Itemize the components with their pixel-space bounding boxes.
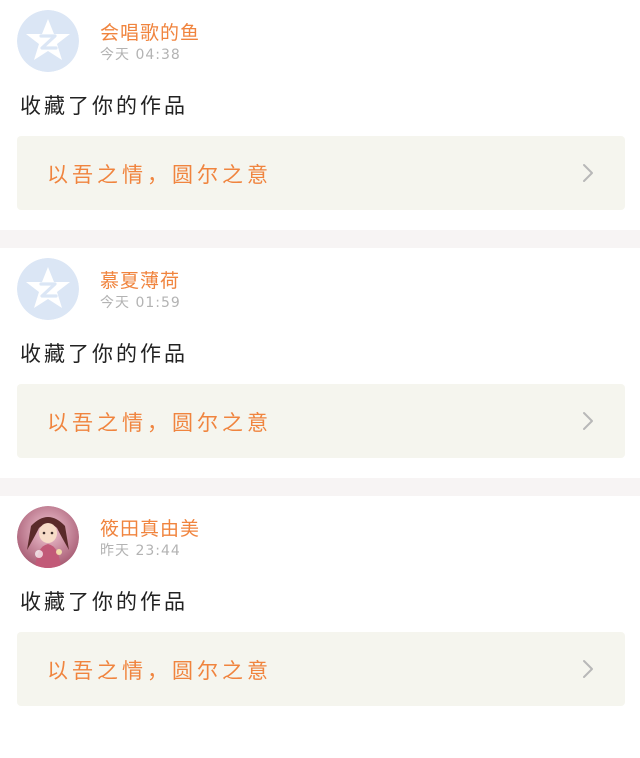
work-title: 以吾之情，圆尔之意 [47, 659, 272, 683]
work-link[interactable]: 以吾之情，圆尔之意 [17, 384, 625, 458]
user-name[interactable]: 慕夏薄荷 [100, 266, 180, 293]
chevron-right-icon [583, 164, 593, 182]
timestamp: 昨天 23:44 [100, 543, 181, 559]
avatar[interactable] [17, 506, 79, 568]
notification-feed: 会唱歌的鱼 今天 04:38 收藏了你的作品 以吾之情，圆尔之意 慕夏薄荷 今天… [0, 0, 640, 726]
timestamp: 今天 04:38 [100, 47, 181, 63]
action-text: 收藏了你的作品 [20, 342, 188, 366]
work-link[interactable]: 以吾之情，圆尔之意 [17, 632, 625, 706]
item-separator [0, 230, 640, 248]
work-title: 以吾之情，圆尔之意 [47, 411, 272, 435]
chevron-right-icon [583, 412, 593, 430]
user-name[interactable]: 会唱歌的鱼 [100, 18, 200, 45]
qzone-default-avatar-icon [17, 10, 79, 72]
user-name[interactable]: 筱田真由美 [100, 514, 200, 541]
item-separator [0, 478, 640, 496]
work-link[interactable]: 以吾之情，圆尔之意 [17, 136, 625, 210]
chevron-right-icon [583, 660, 593, 678]
avatar[interactable] [17, 10, 79, 72]
notification-item: 筱田真由美 昨天 23:44 收藏了你的作品 以吾之情，圆尔之意 [0, 496, 640, 726]
qzone-default-avatar-icon [17, 258, 79, 320]
notification-item: 慕夏薄荷 今天 01:59 收藏了你的作品 以吾之情，圆尔之意 [0, 248, 640, 478]
action-text: 收藏了你的作品 [20, 94, 188, 118]
action-text: 收藏了你的作品 [20, 590, 188, 614]
avatar[interactable] [17, 258, 79, 320]
anime-girl-avatar-icon [17, 506, 79, 568]
notification-item: 会唱歌的鱼 今天 04:38 收藏了你的作品 以吾之情，圆尔之意 [0, 0, 640, 230]
work-title: 以吾之情，圆尔之意 [47, 163, 272, 187]
timestamp: 今天 01:59 [100, 295, 181, 311]
